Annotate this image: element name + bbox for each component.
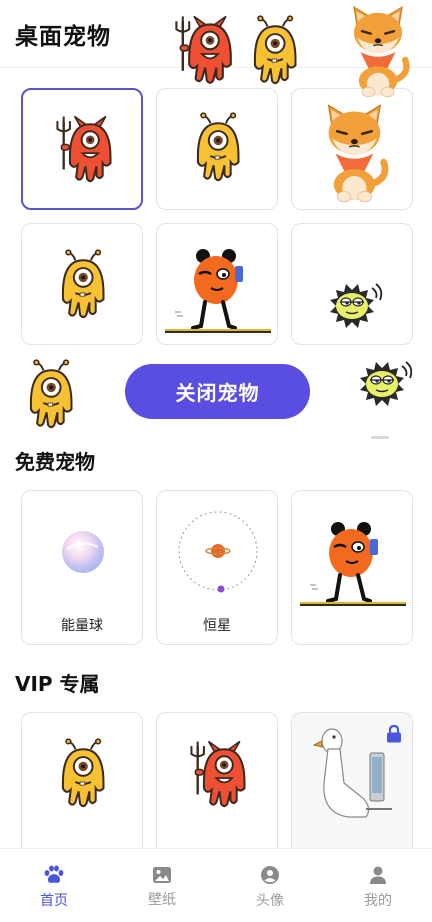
floating-spiky-ball-pet[interactable] xyxy=(356,360,412,412)
paw-icon xyxy=(44,865,64,883)
orange-ball-walker-icon xyxy=(298,520,408,607)
tab-wallpaper[interactable]: 壁纸 xyxy=(108,849,216,922)
pet-card-red-devil[interactable] xyxy=(21,88,143,210)
tab-label: 首页 xyxy=(40,893,68,909)
pet-card-orange-ball[interactable] xyxy=(156,223,278,345)
bottom-tab-bar: 首页 壁纸 头像 我的 xyxy=(0,848,432,922)
free-pets-title: 免费宠物 xyxy=(15,450,95,474)
star-orbit-icon xyxy=(178,511,258,593)
yellow-alien-octopus-icon xyxy=(61,738,105,808)
tab-home[interactable]: 首页 xyxy=(0,849,108,922)
floating-shiba-pet[interactable] xyxy=(344,2,424,102)
pet-card-yellow-alien-2[interactable] xyxy=(21,223,143,345)
tab-mine[interactable]: 我的 xyxy=(324,849,432,922)
free-pet-card-energy-ball[interactable]: 能量球 xyxy=(21,490,143,645)
close-pet-button[interactable]: 关闭宠物 xyxy=(125,364,310,419)
scroll-indicator xyxy=(371,436,389,439)
vip-section-title: VIP 专属 xyxy=(15,672,100,696)
energy-ball-icon xyxy=(62,531,104,573)
tab-label: 我的 xyxy=(364,893,392,909)
person-icon xyxy=(370,866,386,884)
orange-ball-walker-icon xyxy=(163,247,273,334)
tab-label: 壁纸 xyxy=(148,892,176,908)
floating-red-devil-pet[interactable] xyxy=(170,12,240,92)
vip-pet-card-yellow-alien[interactable] xyxy=(21,712,143,862)
green-spiky-ball-icon xyxy=(329,283,383,329)
free-pet-label: 能量球 xyxy=(61,618,103,634)
free-pet-card-star[interactable]: 恒星 xyxy=(156,490,278,645)
free-pet-label: 恒星 xyxy=(203,618,231,634)
yellow-alien-octopus-icon xyxy=(61,249,105,319)
avatar-circle-icon xyxy=(261,866,279,884)
image-icon xyxy=(153,867,171,883)
vip-pet-card-red-devil[interactable] xyxy=(156,712,278,862)
floating-yellow-alien-pet-2[interactable] xyxy=(22,356,82,436)
red-devil-octopus-icon xyxy=(190,740,246,808)
yellow-alien-octopus-icon xyxy=(196,112,240,182)
lock-icon xyxy=(387,725,401,743)
pet-card-spiky-ball[interactable] xyxy=(291,223,413,345)
page-title: 桌面宠物 xyxy=(15,24,111,50)
tab-avatar[interactable]: 头像 xyxy=(216,849,324,922)
floating-shiba-pet-2[interactable] xyxy=(318,100,398,210)
free-pet-card-orange-ball[interactable] xyxy=(291,490,413,645)
vip-pet-card-goose[interactable] xyxy=(291,712,413,862)
red-devil-octopus-icon xyxy=(56,115,112,183)
tab-label: 头像 xyxy=(256,893,284,909)
pet-card-yellow-alien[interactable] xyxy=(156,88,278,210)
floating-yellow-alien-pet[interactable] xyxy=(246,12,306,92)
